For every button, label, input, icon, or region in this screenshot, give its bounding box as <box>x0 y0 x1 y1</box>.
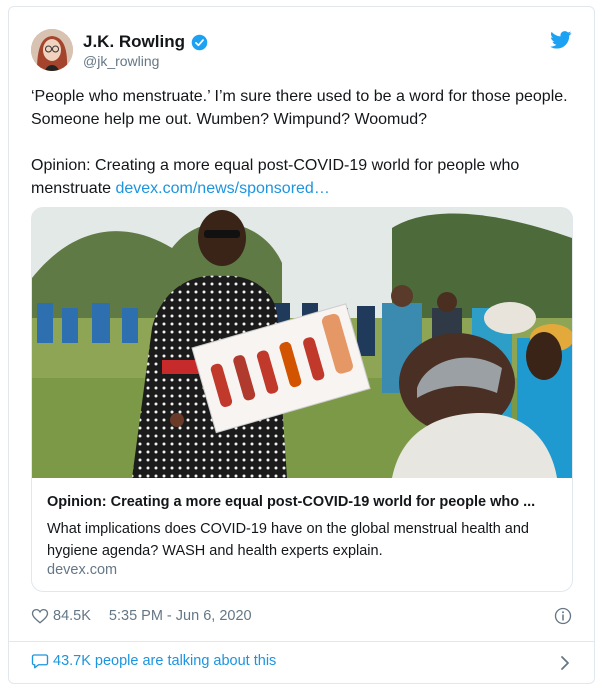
tweet-embed-card: J.K. Rowling @jk_rowling ‘People who men… <box>8 6 595 684</box>
link-preview-image <box>32 208 572 478</box>
avatar[interactable] <box>31 29 73 71</box>
chevron-right-icon[interactable] <box>558 655 572 671</box>
twitter-bird-icon[interactable] <box>550 31 572 49</box>
divider <box>9 641 594 642</box>
tweet-text: ‘People who menstruate.’ I’m sure there … <box>31 85 571 200</box>
conversation-count-text[interactable]: 43.7K people are talking about this <box>53 653 276 669</box>
conversation-link[interactable]: 43.7K people are talking about this <box>31 652 575 670</box>
link-card-description: What implications does COVID-19 have on … <box>47 521 529 559</box>
link-preview-card[interactable]: Opinion: Creating a more equal post-COVI… <box>31 207 573 592</box>
display-name[interactable]: J.K. Rowling <box>83 32 208 52</box>
tweet-meta: 84.5K 5:35 PM - Jun 6, 2020 <box>31 607 575 625</box>
like-count[interactable]: 84.5K <box>53 608 91 624</box>
speech-bubble-icon <box>31 654 49 669</box>
avatar-image <box>31 29 73 71</box>
verified-badge-icon <box>191 34 208 50</box>
tweet-timestamp[interactable]: 5:35 PM - Jun 6, 2020 <box>109 608 252 624</box>
link-card-domain: devex.com <box>47 562 118 578</box>
tweet-link[interactable]: devex.com/news/sponsored… <box>115 180 329 197</box>
user-handle[interactable]: @jk_rowling <box>83 53 159 69</box>
link-card-title[interactable]: Opinion: Creating a more equal post-COVI… <box>47 494 562 510</box>
heart-icon[interactable] <box>31 607 49 625</box>
info-icon[interactable] <box>554 607 572 625</box>
tweet-text-line2: Opinion: Creating a more equal post-COVI… <box>31 154 571 200</box>
tweet-text-line1: ‘People who menstruate.’ I’m sure there … <box>31 88 568 128</box>
display-name-text[interactable]: J.K. Rowling <box>83 32 185 52</box>
